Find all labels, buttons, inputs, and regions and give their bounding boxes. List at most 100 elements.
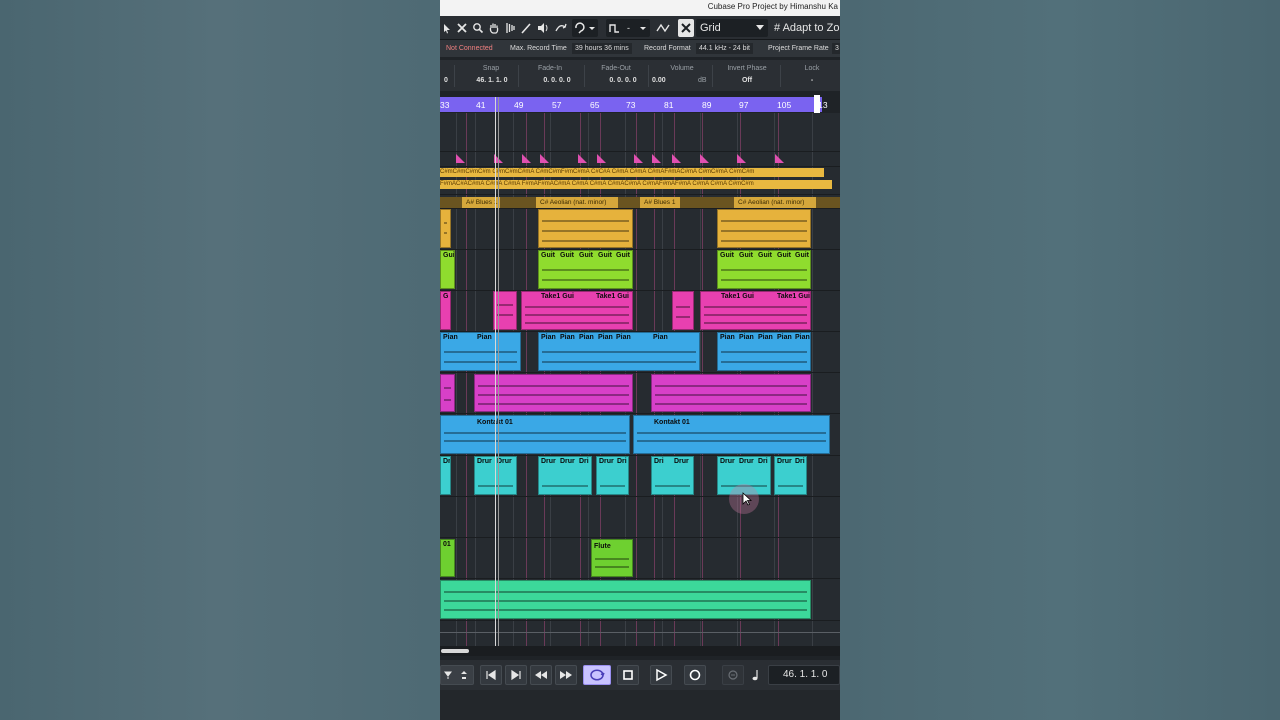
- marker-flag[interactable]: [672, 154, 681, 163]
- go-to-start-button[interactable]: [480, 665, 502, 685]
- auto-scroll-dropdown[interactable]: [572, 19, 598, 37]
- adapt-to-zoom-button[interactable]: # Adapt to Zoo: [774, 19, 840, 37]
- stop-button[interactable]: [617, 665, 639, 685]
- waveform: [721, 269, 807, 271]
- fade-in-value[interactable]: 0. 0. 0. 0: [534, 77, 580, 84]
- midi-notes: [444, 361, 517, 363]
- clip-label: Pian: [579, 334, 594, 341]
- kontakt-clip[interactable]: Kontakt 01: [440, 415, 630, 454]
- drum-clip[interactable]: Dri: [440, 456, 451, 495]
- play-button[interactable]: [650, 665, 672, 685]
- object-select-icon[interactable]: [442, 19, 452, 37]
- marker-line: [466, 113, 467, 646]
- fade-in-label: Fade-In: [537, 65, 563, 72]
- zoom-icon[interactable]: [472, 19, 484, 37]
- take-clip[interactable]: Take1 Gui Take1 Gui: [521, 291, 633, 330]
- project-cursor-line[interactable]: [495, 97, 496, 646]
- info-divider: [518, 65, 519, 87]
- guitar-clip[interactable]: Guit Guit Guit Guit Guit: [717, 250, 811, 289]
- audio-clip[interactable]: [538, 209, 633, 248]
- range-icon[interactable]: [504, 19, 516, 37]
- volume-value[interactable]: 0.00: [652, 77, 666, 84]
- midi-notes: [637, 432, 826, 434]
- hand-icon[interactable]: [488, 19, 500, 37]
- snap-label: Snap: [482, 65, 500, 72]
- piano-clip[interactable]: Pian Pian: [440, 332, 521, 371]
- waveform: [704, 306, 807, 308]
- drum-clip[interactable]: Dri Drur: [651, 456, 694, 495]
- info-first-value[interactable]: 0: [444, 77, 448, 84]
- snap-toggle-icon[interactable]: [654, 19, 672, 37]
- rewind-button[interactable]: [530, 665, 552, 685]
- cycle-button[interactable]: [583, 665, 611, 685]
- marker-flag[interactable]: [652, 154, 661, 163]
- guitar-clip[interactable]: Guit: [440, 250, 455, 289]
- drum-clip[interactable]: Drur Dri: [774, 456, 807, 495]
- marker-flag[interactable]: [634, 154, 643, 163]
- snap-to-grid-icon[interactable]: [678, 19, 694, 37]
- ruler-bar-label: 41: [476, 100, 486, 110]
- delete-icon[interactable]: [456, 19, 468, 37]
- midi-clip[interactable]: [651, 374, 811, 412]
- track-separator: [440, 166, 840, 167]
- info-line: 0 Snap 46. 1. 1. 0 Fade-In 0. 0. 0. 0 Fa…: [440, 60, 840, 91]
- take-clip[interactable]: [672, 291, 694, 330]
- snap-value[interactable]: 46. 1. 1. 0: [468, 77, 516, 84]
- track-separator: [440, 620, 840, 621]
- take-clip[interactable]: Take1 Gui Take1 Gui: [700, 291, 811, 330]
- frame-rate-label: Project Frame Rate: [768, 45, 829, 52]
- ruler-bar-label: 73: [626, 100, 636, 110]
- metronome-note-icon[interactable]: [748, 665, 764, 685]
- flute-clip[interactable]: 01: [440, 539, 455, 577]
- marker-flag[interactable]: [522, 154, 531, 163]
- midi-notes: [478, 403, 629, 405]
- record-button[interactable]: [684, 665, 706, 685]
- midi-clip[interactable]: [440, 374, 455, 412]
- kontakt-clip[interactable]: Kontakt 01: [633, 415, 830, 454]
- snap-type-dropdown[interactable]: Grid: [696, 19, 768, 37]
- flute-clip[interactable]: Flute: [591, 539, 633, 577]
- drum-clip[interactable]: Drur Dri: [596, 456, 629, 495]
- go-to-end-button[interactable]: [505, 665, 527, 685]
- scale-event[interactable]: A# Blues 1: [640, 197, 680, 208]
- drum-clip[interactable]: Drur Drur Dri: [538, 456, 592, 495]
- marker-flag[interactable]: [775, 154, 784, 163]
- piano-clip[interactable]: Pian Pian Pian Pian Pian: [717, 332, 811, 371]
- mouse-pointer-icon: [742, 492, 752, 506]
- transport-menu-button[interactable]: [440, 665, 474, 685]
- position-display[interactable]: 46. 1. 1. 0: [768, 665, 840, 685]
- mute-speaker-icon[interactable]: [536, 19, 550, 37]
- piano-clip[interactable]: Pian Pian Pian Pian Pian Pian: [538, 332, 700, 371]
- marker-flag[interactable]: [700, 154, 709, 163]
- grid-type-dropdown[interactable]: -: [606, 19, 650, 37]
- tempo-warp-icon[interactable]: [554, 19, 568, 37]
- marker-flag[interactable]: [578, 154, 587, 163]
- audio-clip[interactable]: [717, 209, 811, 248]
- track-separator: [440, 578, 840, 579]
- scale-event[interactable]: C# Aeolian (nat. minor): [734, 197, 816, 208]
- guitar-clip[interactable]: Guit Guit Guit Guit Guit: [538, 250, 633, 289]
- cubase-project-window: Cubase Pro Project by Himanshu Ka - Grid…: [440, 0, 840, 720]
- punch-icon-button[interactable]: [722, 665, 744, 685]
- track-separator: [440, 632, 840, 633]
- lock-value[interactable]: -: [800, 77, 824, 84]
- audio-clip[interactable]: [440, 209, 451, 248]
- clip-label: Drur: [477, 458, 492, 465]
- ruler-bar-label: 33: [440, 100, 450, 110]
- take-clip[interactable]: [493, 291, 517, 330]
- invert-phase-value[interactable]: Off: [732, 77, 762, 84]
- take-clip[interactable]: G: [440, 291, 451, 330]
- forward-button[interactable]: [555, 665, 577, 685]
- right-locator[interactable]: [814, 95, 820, 113]
- scrollbar-thumb[interactable]: [441, 649, 469, 653]
- clip-label: Guit: [758, 252, 772, 259]
- marker-flag[interactable]: [540, 154, 549, 163]
- horizontal-scrollbar[interactable]: [440, 646, 840, 656]
- marker-flag[interactable]: [737, 154, 746, 163]
- marker-flag[interactable]: [597, 154, 606, 163]
- clip-label: Pian: [720, 334, 735, 341]
- scale-event[interactable]: C# Aeolian (nat. minor): [536, 197, 618, 208]
- draw-icon[interactable]: [520, 19, 532, 37]
- marker-flag[interactable]: [456, 154, 465, 163]
- fade-out-value[interactable]: 0. 0. 0. 0: [600, 77, 646, 84]
